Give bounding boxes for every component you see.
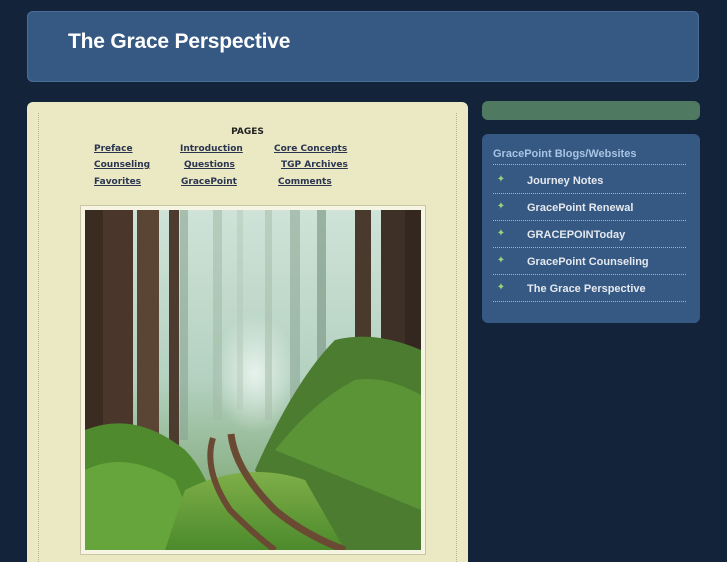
page-link-introduction[interactable]: Introduction: [180, 144, 243, 154]
divider: [493, 164, 686, 165]
site-header: The Grace Perspective: [27, 11, 699, 82]
divider: [493, 247, 686, 248]
sidebar-item-label[interactable]: The Grace Perspective: [527, 283, 646, 295]
site-title[interactable]: The Grace Perspective: [68, 30, 290, 54]
bullet-icon: ✦: [496, 228, 506, 239]
page-link-core-concepts[interactable]: Core Concepts: [274, 144, 347, 154]
bullet-icon: ✦: [496, 201, 506, 212]
sidebar-title: GracePoint Blogs/Websites: [493, 148, 637, 160]
bullet-icon: ✦: [496, 255, 506, 266]
page-link-favorites[interactable]: Favorites: [94, 177, 141, 187]
page-link-gracepoint[interactable]: GracePoint: [181, 177, 237, 187]
page-link-comments[interactable]: Comments: [278, 177, 332, 187]
sidebar-accent-bar: [482, 101, 700, 120]
bullet-icon: ✦: [496, 174, 506, 185]
divider: [493, 193, 686, 194]
sidebar-item-label[interactable]: GracePoint Renewal: [527, 202, 633, 214]
forest-path-image: [85, 210, 421, 550]
pages-heading: PAGES: [231, 127, 264, 137]
page-link-tgp-archives[interactable]: TGP Archives: [281, 160, 348, 170]
divider: [493, 301, 686, 302]
divider: [493, 220, 686, 221]
photo-frame: [80, 205, 426, 555]
page-link-preface[interactable]: Preface: [94, 144, 133, 154]
sidebar-item-label[interactable]: GRACEPOINToday: [527, 229, 625, 241]
sidebar-item-label[interactable]: GracePoint Counseling: [527, 256, 649, 268]
sidebar-links-panel: GracePoint Blogs/Websites ✦ Journey Note…: [482, 134, 700, 323]
sidebar-item-label[interactable]: Journey Notes: [527, 175, 603, 187]
page-link-counseling[interactable]: Counseling: [94, 160, 150, 170]
bullet-icon: ✦: [496, 282, 506, 293]
page-link-questions[interactable]: Questions: [184, 160, 235, 170]
divider: [493, 274, 686, 275]
forest-illustration: [85, 210, 421, 550]
